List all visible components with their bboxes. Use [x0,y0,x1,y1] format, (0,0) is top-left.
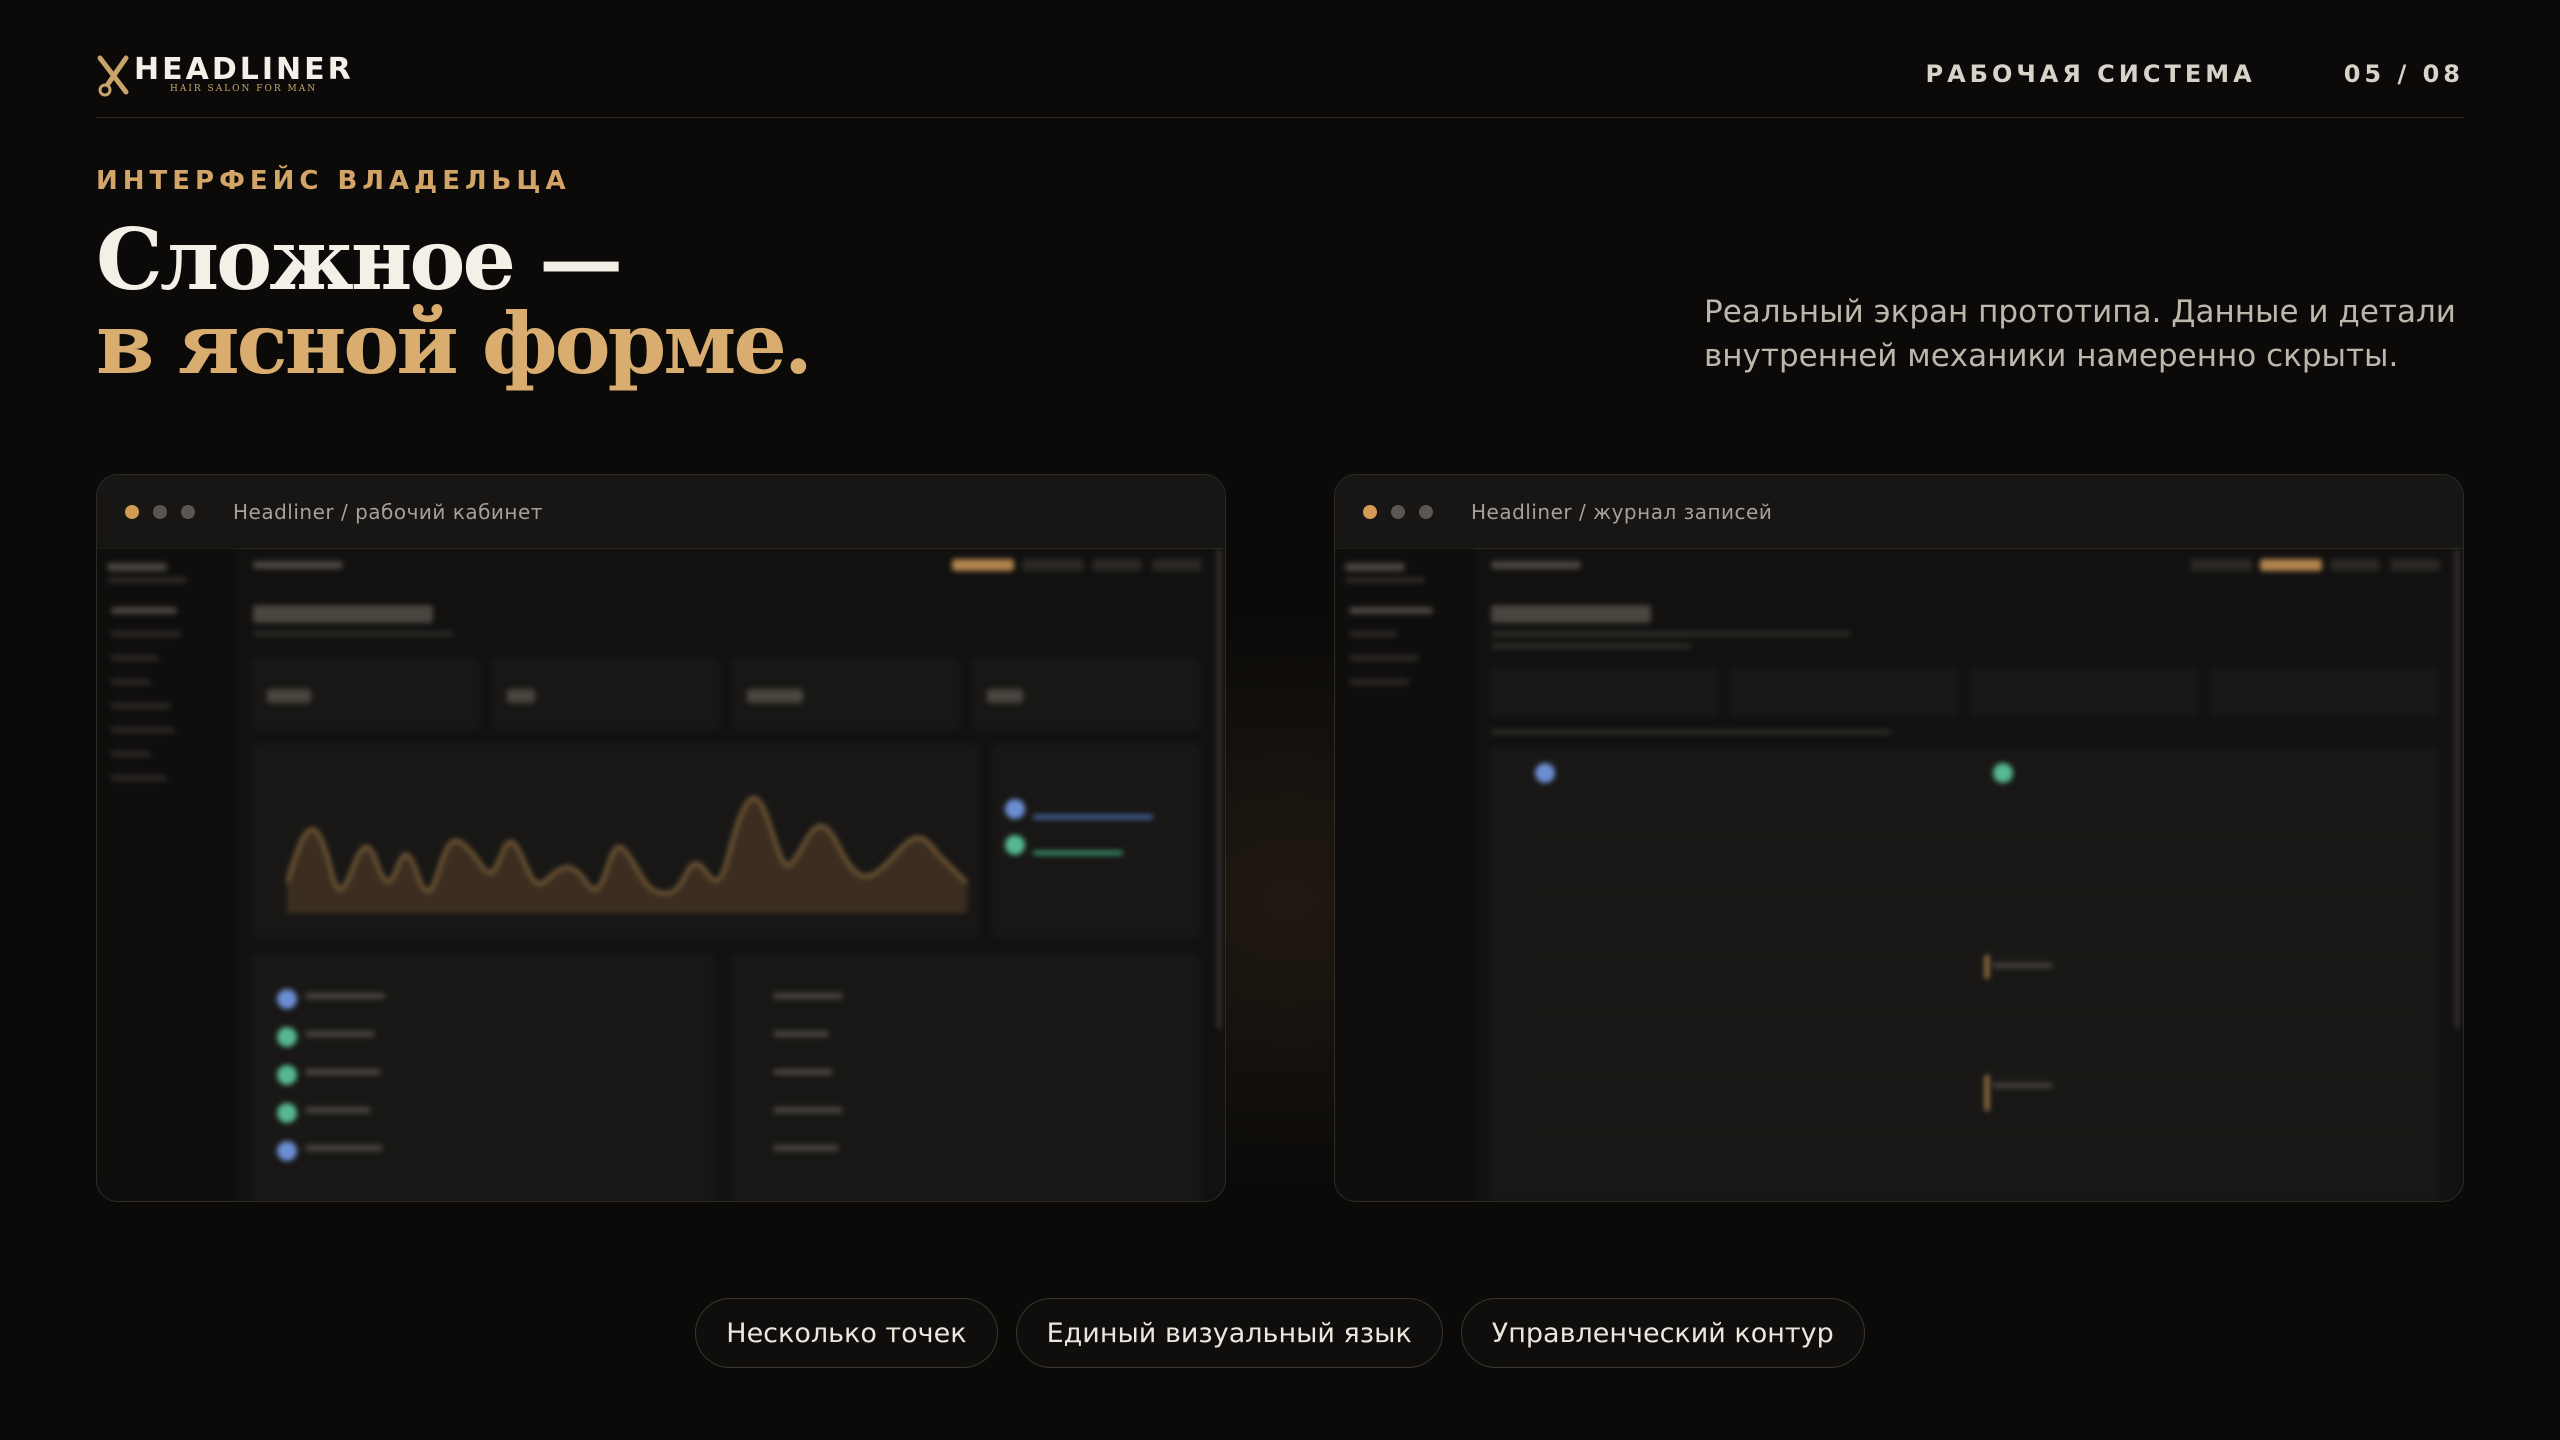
blurred-preview [97,549,1225,1201]
brand-logo[interactable]: HEADLINER HAIR SALON FOR MAN [96,54,354,102]
eyebrow-label: ИНТЕРФЕЙС ВЛАДЕЛЬЦА [96,166,571,196]
window-maximize-dot[interactable] [181,504,195,519]
section-label: РАБОЧАЯ СИСТЕМА [1925,60,2256,88]
preview-sidebar [97,549,237,1201]
pill-multiple-locations[interactable]: Несколько точек [695,1298,998,1368]
feature-pills: Несколько точек Единый визуальный язык У… [0,1298,2560,1368]
preview-area-chart [287,796,967,913]
pill-management-loop[interactable]: Управленческий контур [1460,1298,1865,1368]
window-title: Headliner / рабочий кабинет [233,499,543,524]
description-text: Реальный экран прототипа. Данные и детал… [1704,294,2456,374]
title-line-1: Сложное — [96,210,623,309]
pill-unified-visual-language[interactable]: Единый визуальный язык [1015,1298,1443,1368]
title-line-2: в ясной форме. [96,294,813,393]
page-counter: 05 / 08 [2343,60,2464,88]
brand-name: HEADLINER [134,52,354,87]
dashboard-window: Headliner / рабочий кабинет [96,474,1226,1202]
window-maximize-dot[interactable] [1419,504,1433,519]
top-bar: HEADLINER HAIR SALON FOR MAN РАБОЧАЯ СИС… [96,52,2464,118]
blurred-preview [1335,549,2463,1201]
window-close-dot[interactable] [125,504,139,519]
scissors-icon [97,55,129,97]
window-minimize-dot[interactable] [1391,504,1405,519]
brand-tagline: HAIR SALON FOR MAN [170,84,318,94]
window-minimize-dot[interactable] [153,504,167,519]
preview-sidebar [1335,549,1475,1201]
window-titlebar: Headliner / рабочий кабинет [97,475,1225,549]
window-close-dot[interactable] [1363,504,1377,519]
window-title: Headliner / журнал записей [1471,499,1773,524]
window-titlebar: Headliner / журнал записей [1335,475,2463,549]
page-title: Сложное — в ясной форме. [96,210,813,393]
journal-window: Headliner / журнал записей [1334,474,2464,1202]
